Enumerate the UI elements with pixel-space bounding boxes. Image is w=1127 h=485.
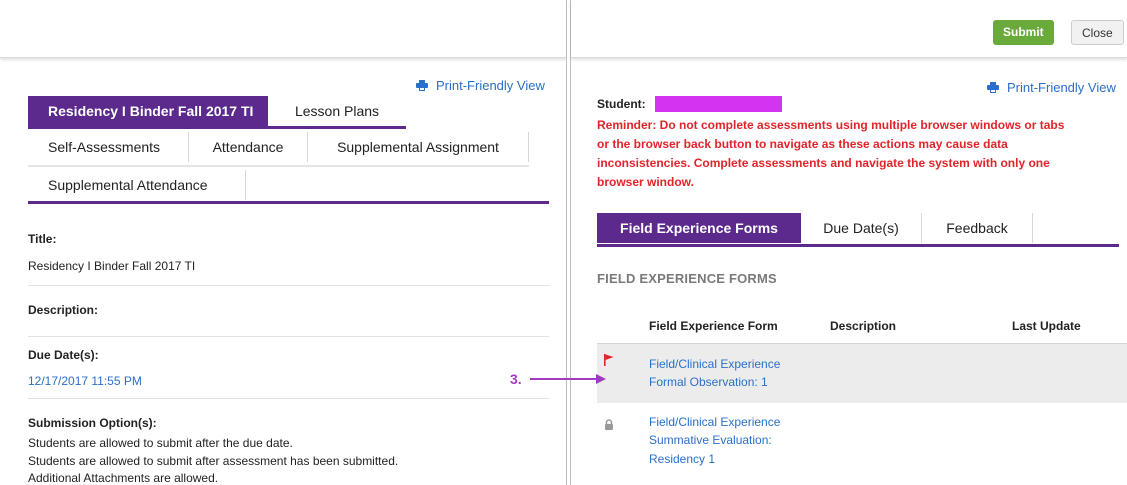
tab-residency-binder[interactable]: Residency I Binder Fall 2017 TI [28,96,268,126]
reminder-line: Reminder: Do not complete assessments us… [597,118,1065,132]
table-row [597,344,1127,403]
left-top-bar [0,0,566,58]
form-link-summative-evaluation-line3[interactable]: Residency 1 [649,452,715,466]
title-label: Title: [28,232,57,246]
tab-field-experience-forms[interactable]: Field Experience Forms [597,213,801,243]
right-print-label: Print-Friendly View [1007,80,1116,95]
redacted-student-name [655,96,782,112]
due-date-value[interactable]: 12/17/2017 11:55 PM [28,374,142,388]
tab-underline-row1 [28,126,406,129]
tab-separator-row2 [28,165,529,167]
submission-option-line: Students are allowed to submit after the… [28,436,293,450]
form-link-formal-observation[interactable]: Field/Clinical Experience [649,357,780,371]
column-header-form: Field Experience Form [649,319,778,333]
binder-tabs-row2: Self-Assessments Attendance Supplemental… [28,132,529,162]
tab-supplemental-attendance[interactable]: Supplemental Attendance [28,170,246,200]
tab-underline [597,244,1119,247]
printer-icon [987,82,999,93]
right-pane: Submit Close Print-Friendly View Student… [571,0,1127,485]
tab-due-dates[interactable]: Due Date(s) [801,213,922,243]
printer-icon [416,80,428,91]
submission-option-line: Additional Attachments are allowed. [28,471,219,485]
lock-icon [604,418,614,436]
binder-tabs-row1: Residency I Binder Fall 2017 TI Lesson P… [28,96,406,126]
column-header-description: Description [830,319,897,333]
student-label: Student: [597,97,646,111]
form-link-summative-evaluation-line2[interactable]: Summative Evaluation: [649,433,772,447]
submission-option-line: Students are allowed to submit after ass… [28,454,399,468]
form-link-summative-evaluation[interactable]: Field/Clinical Experience [649,415,780,429]
due-date-label: Due Date(s): [28,348,99,362]
form-link-formal-observation-line2[interactable]: Formal Observation: 1 [649,375,768,389]
close-button[interactable]: Close [1071,20,1124,45]
divider [28,398,549,399]
tab-attendance[interactable]: Attendance [189,132,308,162]
submission-options-label: Submission Option(s): [28,416,157,430]
submit-button[interactable]: Submit [993,20,1054,45]
tab-feedback[interactable]: Feedback [922,213,1033,243]
description-label: Description: [28,303,99,317]
title-value: Residency I Binder Fall 2017 TI [28,259,196,273]
left-print-label: Print-Friendly View [436,78,545,93]
reminder-line: inconsistencies. Complete assessments an… [597,156,1050,170]
section-heading: FIELD EXPERIENCE FORMS [597,271,777,286]
reminder-line: browser window. [597,175,694,189]
tab-underline-row3 [28,201,549,204]
divider [28,285,549,286]
flag-icon [604,353,614,371]
annotation-arrow-icon [530,374,606,384]
left-pane: Print-Friendly View Residency I Binder F… [0,0,566,485]
right-print-friendly-link[interactable]: Print-Friendly View [987,80,1116,95]
left-print-friendly-link[interactable]: Print-Friendly View [416,78,545,93]
tab-lesson-plans[interactable]: Lesson Plans [268,96,406,126]
binder-tabs-row3: Supplemental Attendance [28,170,246,200]
field-experience-tabs: Field Experience Forms Due Date(s) Feedb… [597,213,1033,243]
tab-supplemental-assignment[interactable]: Supplemental Assignment [308,132,529,162]
tab-self-assessments[interactable]: Self-Assessments [28,132,189,162]
reminder-line: or the browser back button to navigate a… [597,137,1008,151]
divider [28,336,549,337]
annotation-label: 3. [510,371,522,387]
column-header-last-update: Last Update [1012,319,1081,333]
